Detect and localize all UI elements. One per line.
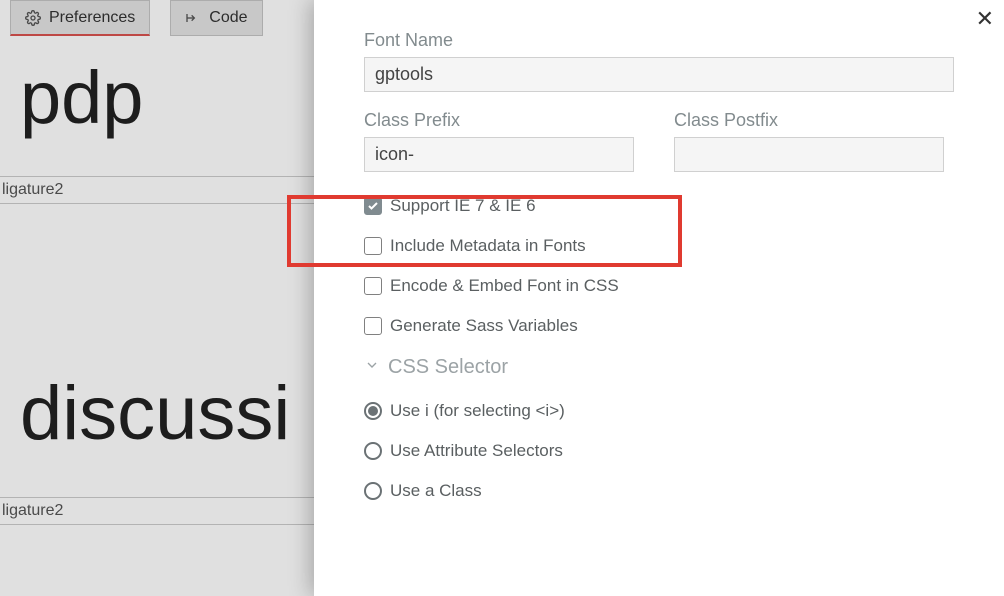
generate-sass-label: Generate Sass Variables	[390, 316, 578, 336]
support-ie-checkbox[interactable]	[364, 197, 382, 215]
gear-icon	[25, 10, 41, 26]
css-selector-section-toggle[interactable]: CSS Selector	[364, 356, 954, 379]
preferences-tab[interactable]: Preferences	[10, 0, 150, 36]
codes-icon	[185, 10, 201, 26]
class-prefix-input[interactable]	[364, 137, 634, 172]
css-selector-section-label: CSS Selector	[388, 356, 508, 379]
class-prefix-label: Class Prefix	[364, 110, 634, 131]
include-metadata-label: Include Metadata in Fonts	[390, 236, 586, 256]
font-name-input[interactable]	[364, 57, 954, 92]
use-class-label: Use a Class	[390, 481, 482, 501]
use-i-label: Use i (for selecting <i>)	[390, 401, 565, 421]
codes-tab[interactable]: Code	[170, 0, 262, 36]
preferences-tab-label: Preferences	[49, 9, 135, 27]
close-icon: ✕	[976, 6, 994, 31]
class-postfix-label: Class Postfix	[674, 110, 944, 131]
font-name-label: Font Name	[364, 30, 954, 51]
close-button[interactable]: ✕	[976, 6, 994, 32]
preferences-modal: ✕ Font Name Class Prefix Class Postfix S…	[314, 0, 1004, 596]
encode-embed-label: Encode & Embed Font in CSS	[390, 276, 619, 296]
use-attr-label: Use Attribute Selectors	[390, 441, 563, 461]
chevron-down-icon	[364, 356, 380, 379]
use-class-radio[interactable]	[364, 482, 382, 500]
encode-embed-checkbox[interactable]	[364, 277, 382, 295]
glyph-preview-1: pdp	[20, 55, 143, 140]
support-ie-label: Support IE 7 & IE 6	[390, 196, 536, 216]
generate-sass-checkbox[interactable]	[364, 317, 382, 335]
class-postfix-input[interactable]	[674, 137, 944, 172]
include-metadata-checkbox[interactable]	[364, 237, 382, 255]
glyph-preview-2: discussi	[20, 370, 290, 457]
use-i-radio[interactable]	[364, 402, 382, 420]
codes-tab-label: Code	[209, 9, 247, 27]
use-attr-radio[interactable]	[364, 442, 382, 460]
